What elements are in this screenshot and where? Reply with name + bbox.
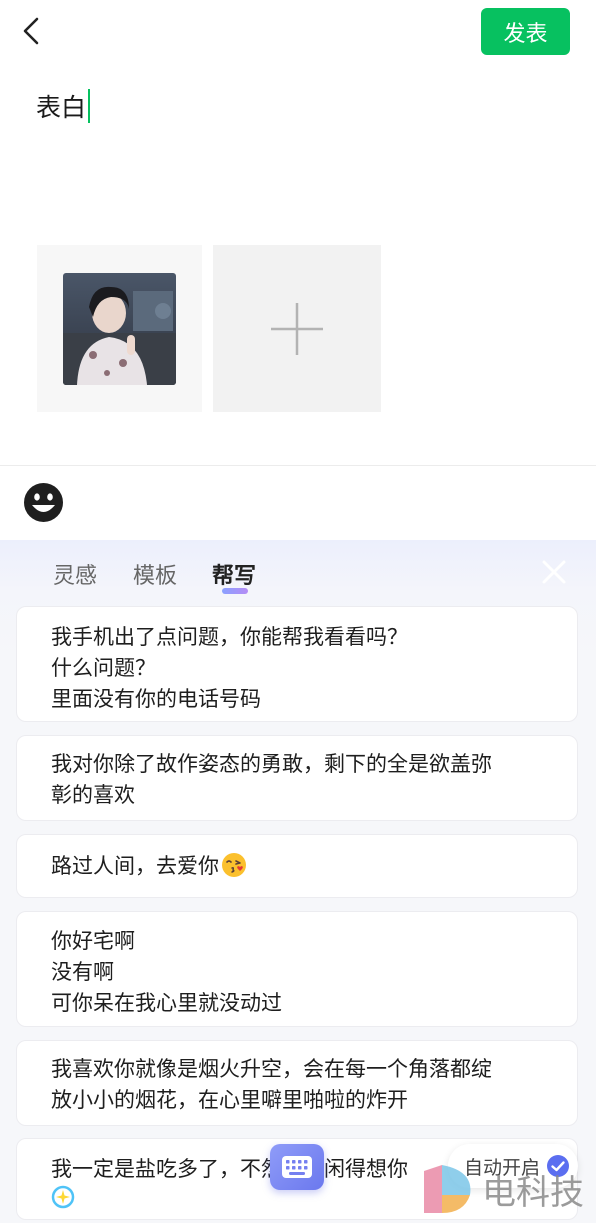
publish-button[interactable]: 发表: [481, 8, 570, 55]
card-line: 什么问题？: [51, 656, 156, 680]
close-icon: [542, 560, 566, 584]
watermark-logo-icon: [424, 1165, 471, 1213]
suggestion-card[interactable]: 我对你除了故作姿态的勇敢，剩下的全是欲盖弥 彰的喜欢: [16, 735, 578, 821]
active-tab-indicator: [222, 588, 248, 594]
watermark: 电科技: [420, 1158, 596, 1220]
tab-help-write[interactable]: 帮写: [212, 558, 256, 590]
post-text: 表白: [36, 93, 87, 122]
emoji-button[interactable]: [22, 481, 65, 524]
text-caret: [88, 89, 91, 123]
suggestion-card[interactable]: 你好宅啊 没有啊 可你呆在我心里就没动过: [16, 911, 578, 1027]
chevron-left-icon: [23, 17, 39, 45]
card-line: 我手机出了点问题，你能帮我看看吗？: [51, 625, 408, 649]
divider: [0, 465, 596, 466]
card-line: 可你呆在我心里就没动过: [51, 991, 282, 1015]
kiss-emoji-icon: [222, 853, 246, 877]
post-text-editor[interactable]: 表白: [36, 88, 91, 124]
keyboard-toggle-button[interactable]: [270, 1144, 324, 1190]
card-line: 我对你除了故作姿态的勇敢，剩下的全是欲盖弥: [51, 752, 492, 776]
plus-icon: [271, 302, 323, 355]
add-photo-button[interactable]: [213, 245, 381, 412]
back-button[interactable]: [14, 14, 48, 48]
sparkle-emoji-icon: [51, 1185, 75, 1209]
card-line: 你好宅啊: [51, 929, 135, 953]
card-line: 里面没有你的电话号码: [51, 687, 261, 711]
keyboard-icon: [282, 1156, 312, 1178]
suggestion-card[interactable]: 我喜欢你就像是烟火升空，会在每一个角落都绽 放小小的烟花，在心里噼里啪啦的炸开: [16, 1040, 578, 1126]
watermark-text: 电科技: [482, 1172, 584, 1213]
close-panel-button[interactable]: [540, 558, 568, 586]
card-line: 彰的喜欢: [51, 783, 135, 807]
suggestion-card[interactable]: 路过人间，去爱你: [16, 834, 578, 898]
card-line: 放小小的烟花，在心里噼里啪啦的炸开: [51, 1088, 408, 1112]
card-line: 我喜欢你就像是烟火升空，会在每一个角落都绽: [51, 1057, 492, 1081]
smiley-icon: [24, 483, 63, 522]
card-line: 没有啊: [51, 960, 114, 984]
suggestion-card[interactable]: 我手机出了点问题，你能帮我看看吗？ 什么问题？ 里面没有你的电话号码: [16, 606, 578, 722]
top-bar: 发表: [0, 0, 596, 64]
tab-templates[interactable]: 模板: [133, 558, 177, 590]
attached-photo[interactable]: [37, 245, 202, 412]
card-line: 路过人间，去爱你: [51, 851, 543, 882]
photo-thumbnail: [63, 273, 176, 385]
tab-inspiration[interactable]: 灵感: [53, 558, 97, 590]
card-line-text: 路过人间，去爱你: [51, 854, 219, 878]
